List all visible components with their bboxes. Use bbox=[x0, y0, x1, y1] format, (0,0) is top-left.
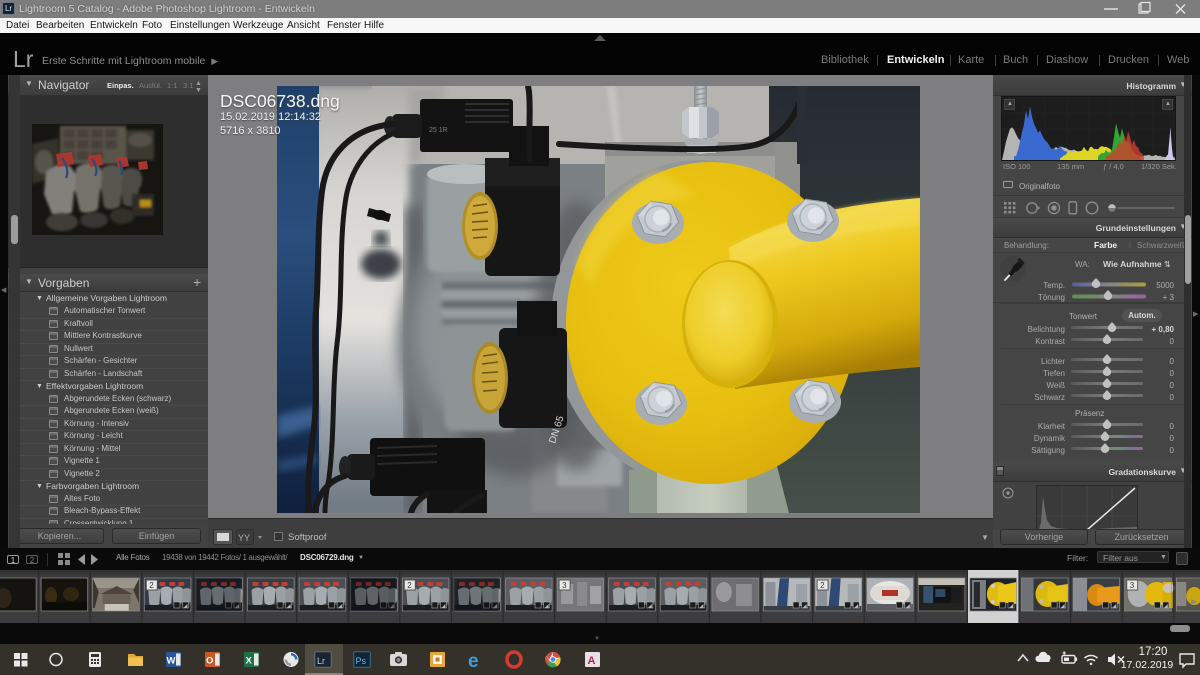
svg-text:25 1R: 25 1R bbox=[429, 127, 448, 134]
svg-text:2: 2 bbox=[407, 581, 412, 590]
svg-text:Ps: Ps bbox=[356, 656, 367, 666]
svg-text:O: O bbox=[206, 656, 213, 667]
svg-text:Lr: Lr bbox=[317, 656, 325, 666]
svg-text:e: e bbox=[468, 651, 479, 672]
svg-text:3: 3 bbox=[562, 581, 567, 590]
svg-text:3: 3 bbox=[1130, 581, 1135, 590]
svg-text:YY: YY bbox=[238, 533, 250, 543]
svg-text:2: 2 bbox=[149, 581, 154, 590]
svg-text:X: X bbox=[246, 656, 253, 667]
svg-text:A: A bbox=[588, 655, 596, 667]
svg-text:W: W bbox=[167, 656, 176, 667]
svg-text:2: 2 bbox=[820, 581, 825, 590]
